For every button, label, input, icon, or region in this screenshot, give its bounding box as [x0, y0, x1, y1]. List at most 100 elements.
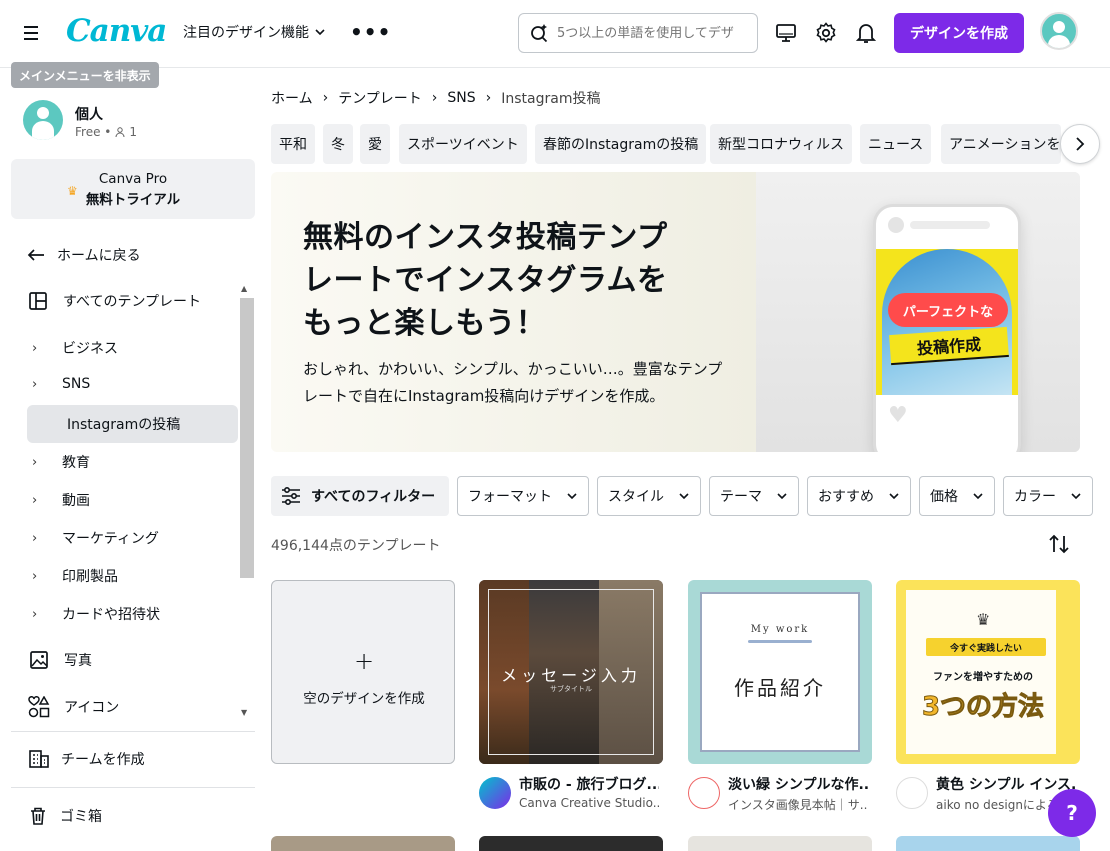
sidebar-icons[interactable]: アイコン — [28, 696, 119, 718]
filter-label: スタイル — [608, 489, 664, 505]
sidebar-item-instagram-post[interactable]: Instagramの投稿 — [67, 414, 180, 434]
sidebar-divider — [11, 731, 255, 732]
chip-winter[interactable]: 冬 — [323, 124, 353, 164]
filter-format[interactable]: フォーマット — [457, 476, 589, 516]
chip-love[interactable]: 愛 — [360, 124, 390, 164]
chips-next-button[interactable] — [1060, 124, 1100, 164]
creator-avatar[interactable] — [896, 777, 928, 809]
scroll-down-icon[interactable]: ▼ — [241, 708, 247, 717]
scroll-thumb[interactable] — [240, 298, 254, 578]
sidebar-create-team[interactable]: チームを作成 — [29, 749, 145, 769]
search-box[interactable] — [518, 13, 758, 53]
all-templates-link[interactable]: すべてのテンプレート — [29, 291, 201, 311]
card-underline — [748, 640, 812, 643]
sidebar-scrollbar[interactable]: ▲ ▼ — [240, 284, 254, 722]
chevron-right-icon: › — [32, 568, 38, 584]
template-card-partial[interactable] — [479, 836, 663, 851]
chip-covid[interactable]: 新型コロナウィルス — [710, 124, 852, 164]
crown-icon: ♛ — [67, 184, 78, 198]
pro-trial-button[interactable]: ♛ Canva Pro 無料トライアル — [11, 159, 255, 219]
filter-recommended[interactable]: おすすめ — [807, 476, 911, 516]
gear-icon[interactable] — [813, 20, 839, 46]
all-filters-label: すべてのフィルター — [311, 489, 436, 505]
filter-color[interactable]: カラー — [1003, 476, 1093, 516]
sidebar-item-cards[interactable]: › カードや招待状 — [32, 604, 160, 624]
sidebar-item-label: 印刷製品 — [62, 569, 118, 585]
chevron-down-icon — [889, 493, 899, 500]
breadcrumb-sns[interactable]: SNS — [447, 90, 475, 106]
sidebar-item-video[interactable]: › 動画 — [32, 490, 90, 510]
template-creator[interactable]: インスタ画像見本帖｜サ... — [728, 796, 868, 813]
user-avatar[interactable] — [1040, 12, 1078, 50]
sort-icon[interactable] — [1048, 534, 1070, 558]
card-overlay-sub: ファンを増やすための — [933, 672, 1033, 683]
blank-design-label: 空のデザインを作成 — [303, 691, 425, 707]
profile-name[interactable]: 個人 — [75, 104, 103, 124]
phone-avatar-dot — [888, 217, 904, 233]
chip-sports-event[interactable]: スポーツイベント — [399, 124, 527, 164]
phone-name-bar — [910, 221, 990, 229]
sidebar-item-label: マーケティング — [62, 531, 159, 547]
breadcrumb-templates[interactable]: テンプレート — [338, 88, 422, 108]
chevron-right-icon: › — [32, 340, 38, 356]
desktop-icon[interactable] — [773, 20, 799, 46]
creator-avatar[interactable] — [479, 777, 511, 809]
create-design-button[interactable]: デザインを作成 — [894, 13, 1024, 53]
creator-avatar[interactable] — [688, 777, 720, 809]
all-filters-button[interactable]: すべてのフィルター — [271, 476, 449, 516]
filter-price[interactable]: 価格 — [919, 476, 995, 516]
search-input[interactable] — [557, 25, 747, 41]
scroll-up-icon[interactable]: ▲ — [241, 284, 247, 293]
heart-icon: ♥ — [888, 403, 908, 428]
menu-icon[interactable] — [18, 20, 44, 46]
search-sparkle-icon — [531, 24, 548, 43]
chip-animation[interactable]: アニメーションを — [941, 124, 1061, 164]
chevron-right-icon: › — [32, 454, 38, 470]
template-card-partial[interactable] — [688, 836, 872, 851]
more-icon[interactable]: ••• — [350, 20, 391, 44]
help-button[interactable]: ? — [1048, 789, 1096, 837]
template-title[interactable]: 市販の - 旅行ブログ... — [519, 774, 659, 794]
template-card-partial[interactable] — [896, 836, 1080, 851]
template-title[interactable]: 黄色 シンプル インス... — [936, 774, 1076, 794]
filter-label: フォーマット — [468, 489, 552, 505]
back-home-link[interactable]: ホームに戻る — [27, 245, 141, 265]
sidebar-item-business[interactable]: › ビジネス — [32, 338, 118, 358]
chip-news[interactable]: ニュース — [860, 124, 932, 164]
card-overlay-text: 3つの方法 — [921, 692, 1045, 723]
blank-design-card[interactable]: + 空のデザインを作成 — [271, 580, 455, 764]
sidebar-item-print[interactable]: › 印刷製品 — [32, 566, 118, 586]
chevron-down-icon — [777, 493, 787, 500]
trash-icon — [31, 807, 45, 825]
filter-style[interactable]: スタイル — [597, 476, 701, 516]
sidebar-item-label: カードや招待状 — [62, 607, 160, 623]
sidebar-trash[interactable]: ゴミ箱 — [30, 806, 102, 826]
chevron-down-icon — [973, 493, 983, 500]
profile-avatar[interactable] — [23, 100, 63, 140]
breadcrumb-home[interactable]: ホーム — [271, 88, 313, 108]
chevron-right-icon: › — [32, 530, 38, 546]
create-team-label: チームを作成 — [61, 752, 145, 768]
feature-menu[interactable]: 注目のデザイン機能 — [183, 22, 326, 42]
filter-theme[interactable]: テーマ — [709, 476, 799, 516]
post-badge: パーフェクトな — [888, 293, 1008, 327]
template-card[interactable]: メッセージ入力 サブタイトル — [479, 580, 663, 764]
results-count: 496,144点のテンプレート — [271, 538, 441, 554]
chevron-right-icon: › — [431, 90, 438, 106]
sidebar-photos[interactable]: 写真 — [30, 650, 92, 670]
chip-peace[interactable]: 平和 — [271, 124, 315, 164]
template-title[interactable]: 淡い緑 シンプルな作... — [728, 774, 868, 794]
sidebar-item-sns[interactable]: › SNS — [32, 376, 90, 392]
template-creator[interactable]: Canva Creative Studio... — [519, 796, 659, 810]
sidebar-item-education[interactable]: › 教育 — [32, 452, 90, 472]
sidebar-item-marketing[interactable]: › マーケティング — [32, 528, 159, 548]
bell-icon[interactable] — [853, 20, 879, 46]
chip-lunar-new-year[interactable]: 春節のInstagramの投稿 — [535, 124, 707, 164]
template-card-partial[interactable] — [271, 836, 455, 851]
card-overlay-text: 作品紹介 — [734, 676, 826, 700]
template-card[interactable]: ♛ 今すぐ実践したい ファンを増やすための 3つの方法 — [896, 580, 1080, 764]
feature-menu-label: 注目のデザイン機能 — [183, 25, 309, 41]
template-card[interactable]: My work 作品紹介 — [688, 580, 872, 764]
canva-logo[interactable]: Canva — [66, 13, 167, 49]
plus-icon: + — [354, 647, 375, 675]
